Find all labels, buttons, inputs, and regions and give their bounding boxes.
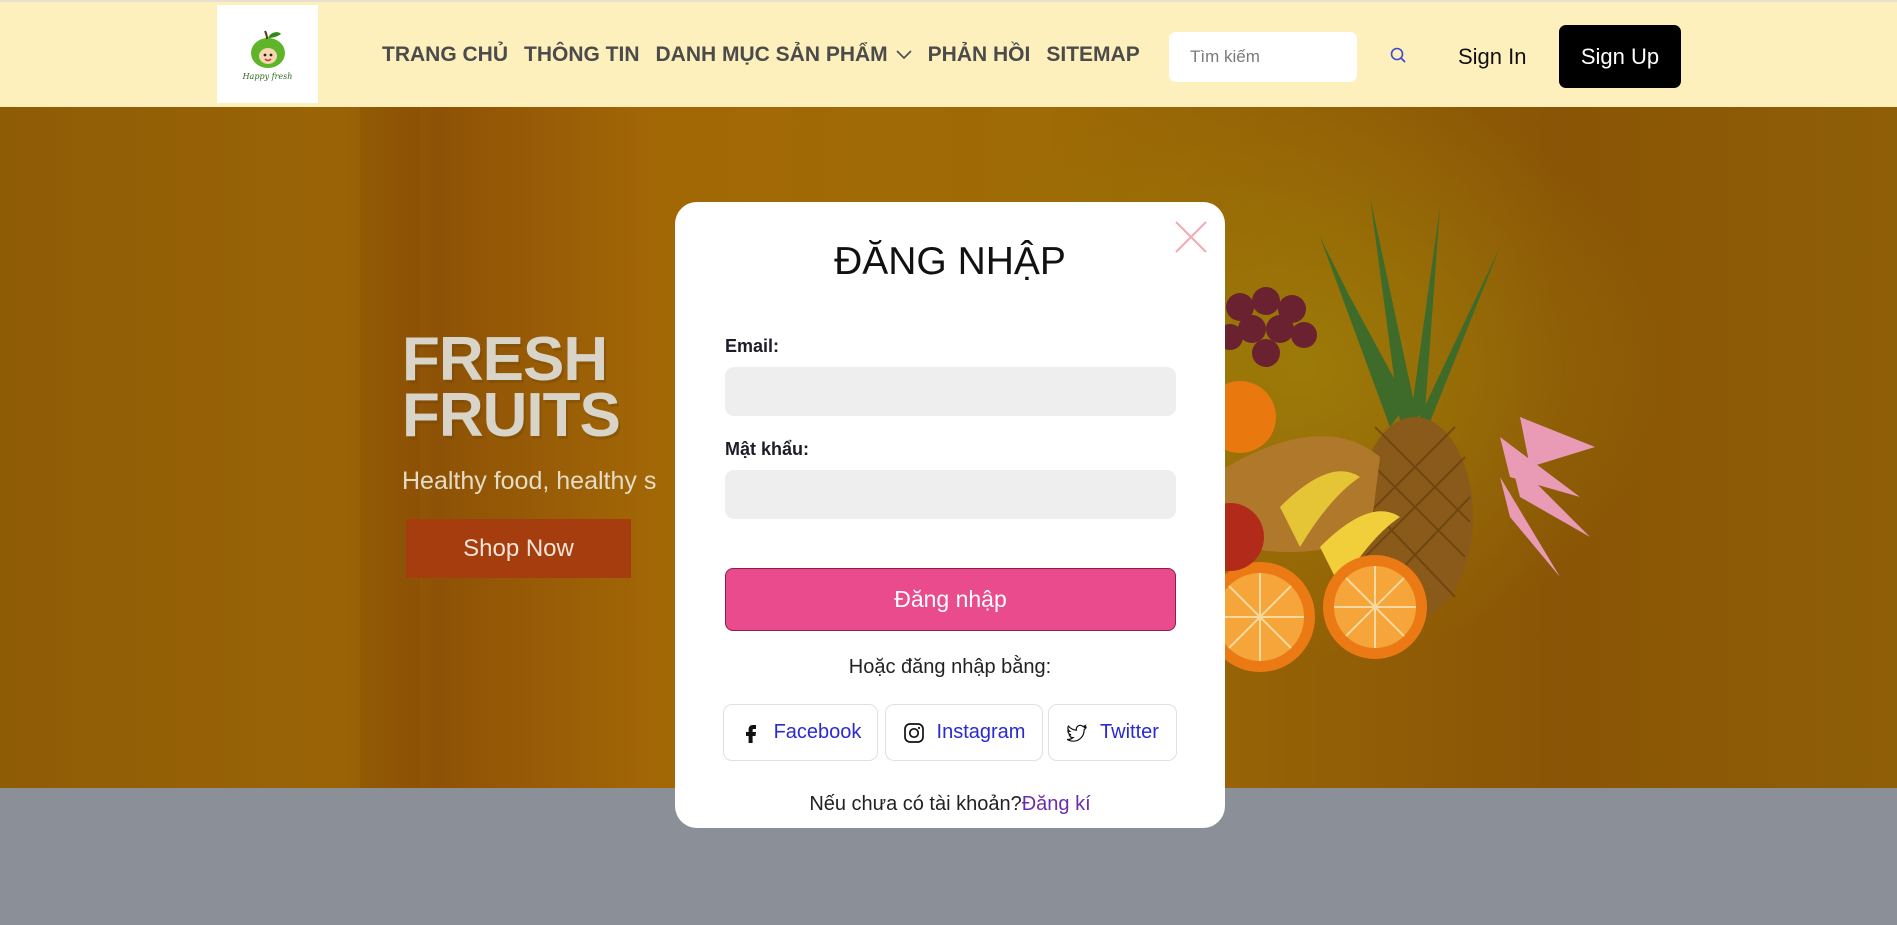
nav-item-feedback[interactable]: PHẢN HỒI: [928, 43, 1031, 67]
instagram-label: Instagram: [936, 721, 1026, 743]
logo-text: Happy fresh: [242, 71, 293, 81]
chevron-down-icon: [896, 50, 912, 60]
twitter-login-button[interactable]: Twitter: [1048, 704, 1177, 761]
nav-item-label: TRANG CHỦ: [382, 43, 508, 66]
password-label: Mật khẩu:: [725, 439, 810, 459]
hero-title-line2: FRUITS: [402, 381, 621, 450]
nav-item-home[interactable]: TRANG CHỦ: [382, 43, 508, 67]
email-field[interactable]: [725, 367, 1176, 416]
sign-in-link[interactable]: Sign In: [1458, 44, 1527, 70]
nav-item-label: SITEMAP: [1046, 43, 1140, 66]
nav-item-label: PHẢN HỒI: [927, 43, 1031, 66]
hero-title-line1: FRESH: [402, 325, 608, 394]
search-icon[interactable]: [1388, 45, 1410, 67]
password-field[interactable]: [725, 470, 1176, 519]
logo[interactable]: Happy fresh: [217, 5, 318, 103]
nav-item-about[interactable]: THÔNG TIN: [524, 43, 640, 67]
facebook-login-button[interactable]: Facebook: [723, 704, 878, 761]
sign-up-button[interactable]: Sign Up: [1559, 25, 1681, 88]
modal-title: ĐĂNG NHẬP: [834, 240, 1066, 283]
instagram-login-button[interactable]: Instagram: [885, 704, 1043, 761]
register-prompt-line: Nếu chưa có tài khoản?Đăng kí: [675, 793, 1225, 816]
nav-item-sitemap[interactable]: SITEMAP: [1046, 43, 1139, 67]
nav-item-label: THÔNG TIN: [524, 43, 640, 66]
facebook-icon: [745, 724, 756, 743]
site-header: Happy fresh TRANG CHỦ THÔNG TIN DANH MỤC…: [0, 0, 1897, 107]
login-button[interactable]: Đăng nhập: [725, 568, 1176, 631]
email-label: Email:: [725, 336, 780, 356]
shop-now-button[interactable]: Shop Now: [406, 519, 631, 578]
main-nav: TRANG CHỦ THÔNG TIN DANH MỤC SẢN PHẨM PH…: [382, 43, 1156, 67]
fruit-basket-image: [1200, 197, 1595, 672]
hero-title: FRESH FRUITS: [402, 325, 621, 450]
register-prompt-text: Nếu chưa có tài khoản?: [809, 793, 1022, 815]
alt-login-text: Hoặc đăng nhập bằng:: [848, 656, 1052, 678]
instagram-icon: [903, 722, 924, 743]
search-input[interactable]: [1169, 32, 1357, 82]
register-link[interactable]: Đăng kí: [1022, 793, 1091, 815]
hero-tagline: Healthy food, healthy s: [402, 467, 657, 495]
facebook-label: Facebook: [773, 721, 862, 743]
twitter-label: Twitter: [1100, 721, 1159, 743]
login-modal: ĐĂNG NHẬP Email: Mật khẩu: Đăng nhập Hoặ…: [675, 202, 1225, 828]
nav-item-categories[interactable]: DANH MỤC SẢN PHẨM: [656, 43, 912, 67]
twitter-icon: [1066, 723, 1087, 742]
apple-logo-icon: [250, 30, 285, 68]
nav-item-label: DANH MỤC SẢN PHẨM: [655, 43, 888, 66]
